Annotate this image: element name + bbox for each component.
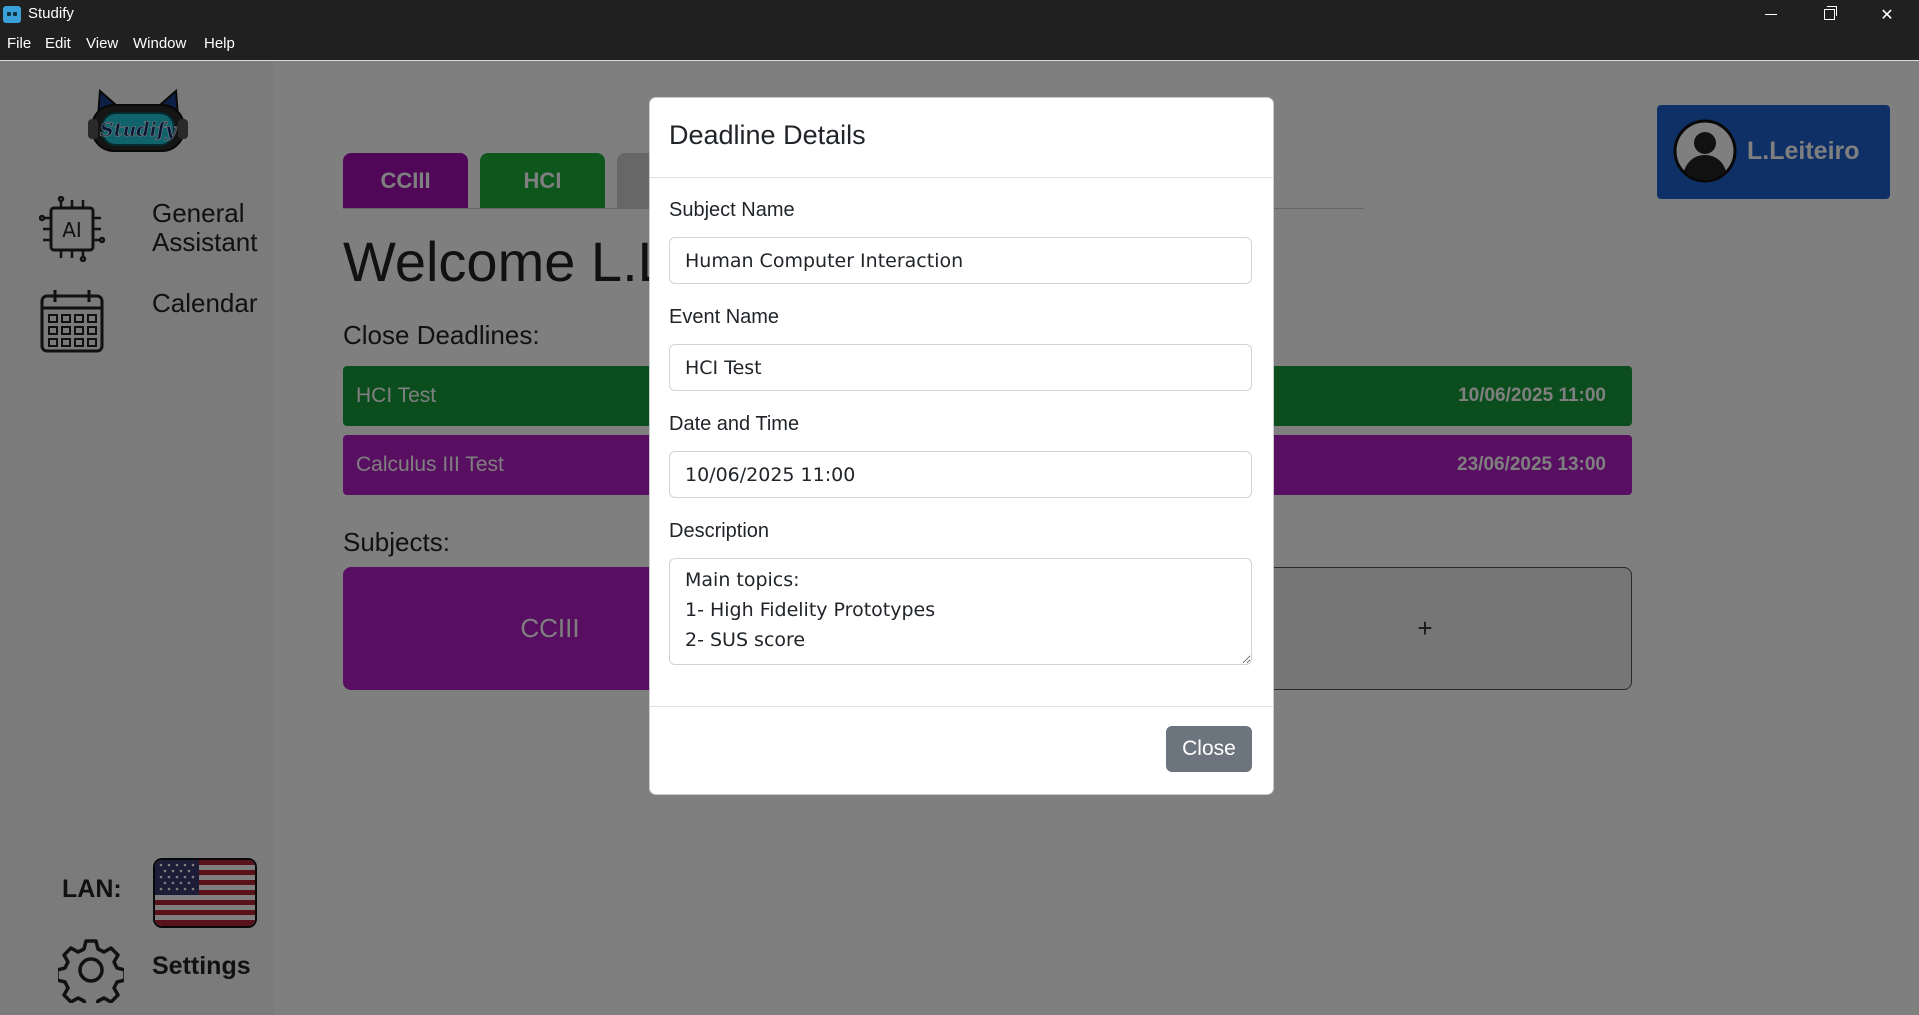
date-time-label: Date and Time	[669, 413, 800, 435]
app-icon	[3, 6, 21, 23]
subject-name-label: Subject Name	[669, 199, 795, 221]
modal-footer-divider	[650, 706, 1273, 707]
event-name-label: Event Name	[669, 306, 780, 328]
subject-name-field[interactable]	[669, 237, 1252, 284]
menu-view[interactable]: View	[86, 35, 118, 52]
menu-bar: File Edit View Window Help	[0, 29, 1919, 61]
menu-edit[interactable]: Edit	[45, 35, 71, 52]
description-field[interactable]: Main topics: 1- High Fidelity Prototypes…	[669, 558, 1252, 665]
deadline-details-modal: Deadline Details Subject Name Event Name…	[649, 97, 1274, 795]
minimize-icon	[1765, 14, 1777, 15]
close-icon: ✕	[1880, 6, 1894, 24]
window-title: Studify	[28, 5, 74, 22]
menu-window[interactable]: Window	[133, 35, 186, 52]
restore-icon	[1823, 6, 1837, 20]
minimize-button[interactable]	[1742, 0, 1800, 29]
restore-button[interactable]	[1800, 0, 1858, 29]
close-button[interactable]: Close	[1166, 726, 1252, 772]
window-title-bar: Studify ✕	[0, 0, 1919, 29]
modal-title: Deadline Details	[669, 120, 866, 150]
modal-header: Deadline Details	[650, 98, 1273, 178]
description-label: Description	[669, 520, 770, 542]
event-name-field[interactable]	[669, 344, 1252, 391]
close-window-button[interactable]: ✕	[1858, 0, 1916, 29]
menu-file[interactable]: File	[7, 35, 31, 52]
date-time-field[interactable]	[669, 451, 1252, 498]
menu-help[interactable]: Help	[204, 35, 235, 52]
